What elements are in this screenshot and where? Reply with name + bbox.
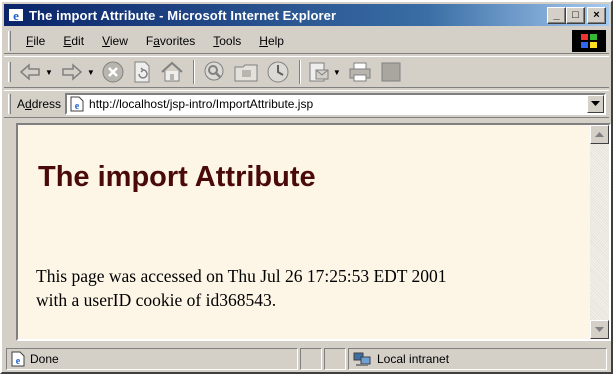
svg-text:e: e: [16, 356, 21, 367]
address-label-pre: A: [17, 97, 26, 111]
back-dropdown-icon[interactable]: ▼: [45, 68, 53, 77]
forward-button[interactable]: ▼: [59, 61, 95, 83]
menu-favorites[interactable]: Favorites: [137, 34, 204, 48]
page-paragraph: This page was accessed on Thu Jul 26 17:…: [36, 264, 586, 312]
status-progress-pane: [300, 347, 322, 370]
maximize-button[interactable]: □: [566, 6, 585, 24]
menu-tools-label: ools: [219, 33, 242, 48]
print-button[interactable]: [347, 60, 373, 84]
address-label-rest: dress: [31, 97, 62, 111]
menu-view-key: V: [102, 33, 110, 48]
menu-help-key: H: [259, 33, 268, 48]
search-icon: [204, 61, 224, 81]
close-button[interactable]: ×: [587, 6, 606, 24]
page-done-icon: e: [10, 351, 26, 367]
windows-logo-icon: [572, 29, 606, 52]
edit-icon: [381, 62, 401, 82]
address-bar: Address e http://localhost/jsp-intro/Imp…: [4, 90, 609, 118]
scroll-down-button[interactable]: [590, 320, 609, 339]
back-icon: [19, 63, 40, 81]
home-icon: [161, 61, 183, 82]
address-label-key: d: [25, 97, 32, 111]
stop-icon: [102, 61, 124, 83]
back-button[interactable]: ▼: [17, 61, 53, 83]
vertical-scrollbar[interactable]: [590, 125, 609, 339]
menu-bar: File Edit View Favorites Tools Help: [4, 28, 609, 54]
menu-view-label: iew: [109, 33, 128, 48]
page-text-line-1: This page was accessed on Thu Jul 26 17:…: [36, 266, 447, 286]
menu-tools[interactable]: Tools: [204, 34, 250, 48]
mail-dropdown-icon[interactable]: ▼: [333, 68, 341, 77]
address-url[interactable]: http://localhost/jsp-intro/ImportAttribu…: [89, 97, 587, 111]
menu-view[interactable]: View: [93, 34, 137, 48]
arrow-down-icon: [595, 326, 604, 332]
history-button[interactable]: [265, 60, 291, 84]
mail-icon: [309, 62, 329, 82]
history-icon: [267, 61, 289, 83]
refresh-icon: [134, 61, 150, 83]
home-button[interactable]: [159, 60, 185, 84]
title-bar[interactable]: e The import Attribute - Microsoft Inter…: [4, 4, 609, 26]
menu-favorites-label: vorites: [159, 33, 196, 48]
status-text: Done: [30, 351, 59, 366]
svg-text:e: e: [13, 8, 19, 23]
menu-grip: [8, 30, 11, 51]
standard-toolbar: ▼ ▼ ▼: [4, 56, 609, 88]
print-icon: [349, 62, 371, 82]
refresh-button[interactable]: [131, 60, 153, 84]
status-main-pane: e Done: [6, 347, 298, 370]
menu-help[interactable]: Help: [250, 34, 293, 48]
address-field[interactable]: e http://localhost/jsp-intro/ImportAttri…: [65, 93, 606, 115]
toolbar-grip: [8, 62, 11, 82]
page-text-line-2: with a userID cookie of id368543.: [36, 290, 277, 310]
address-dropdown-button[interactable]: [587, 95, 604, 113]
mail-button[interactable]: ▼: [307, 60, 341, 84]
page-heading: The import Attribute: [38, 161, 316, 193]
browser-window: e The import Attribute - Microsoft Inter…: [0, 0, 613, 374]
page-icon: e: [69, 96, 85, 112]
content-frame: The import Attribute This page was acces…: [16, 123, 611, 341]
local-intranet-icon: [353, 351, 371, 367]
ie-logo-icon: e: [8, 7, 24, 23]
window-title: The import Attribute - Microsoft Interne…: [29, 7, 337, 23]
arrow-up-icon: [595, 131, 604, 137]
address-grip: [8, 94, 11, 114]
minimize-button[interactable]: _: [547, 6, 566, 24]
stop-button[interactable]: [101, 60, 125, 84]
chevron-down-icon: [591, 101, 600, 106]
menu-favorites-key: a: [153, 33, 160, 48]
status-bar: e Done Local intranet: [4, 345, 609, 372]
status-zone-text: Local intranet: [377, 351, 450, 366]
status-zone-pane: Local intranet: [348, 347, 607, 370]
forward-icon: [62, 63, 83, 81]
svg-text:e: e: [75, 101, 80, 112]
page-content: The import Attribute This page was acces…: [18, 125, 590, 339]
search-button[interactable]: [201, 60, 227, 84]
menu-edit-label: dit: [71, 33, 85, 48]
favorites-icon: [234, 64, 258, 82]
menu-edit[interactable]: Edit: [54, 34, 93, 48]
menu-file-label: ile: [33, 33, 46, 48]
edit-button[interactable]: [379, 60, 403, 84]
menu-file[interactable]: File: [17, 34, 54, 48]
address-label: Address: [17, 97, 61, 111]
status-secure-pane: [324, 347, 346, 370]
scroll-up-button[interactable]: [590, 125, 609, 144]
favorites-button[interactable]: [233, 60, 259, 84]
menu-help-label: elp: [267, 33, 284, 48]
forward-dropdown-icon[interactable]: ▼: [87, 68, 95, 77]
